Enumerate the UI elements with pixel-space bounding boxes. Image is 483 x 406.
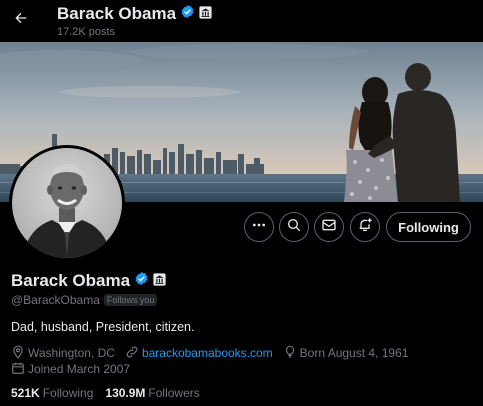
message-button[interactable] <box>314 212 344 242</box>
top-bar: Barack Obama 17.2K posts <box>0 0 483 42</box>
birthday-item: Born August 4, 1961 <box>283 345 409 362</box>
followers-stat[interactable]: 130.9M Followers <box>105 386 199 400</box>
link-icon <box>125 345 139 362</box>
profile-name-row: Barack Obama <box>11 271 166 291</box>
verified-badge-icon <box>180 4 195 24</box>
more-icon <box>251 217 267 238</box>
birthday-text: Born August 4, 1961 <box>299 346 409 360</box>
website-link[interactable]: barackobamabooks.com <box>142 346 273 360</box>
header-title-row: Barack Obama <box>57 4 212 24</box>
government-affiliation-icon <box>199 4 212 24</box>
joined-item: Joined March 2007 <box>11 361 130 378</box>
follow-stats: 521K Following 130.9M Followers <box>11 386 200 400</box>
header-title: Barack Obama <box>57 4 177 23</box>
joined-text: Joined March 2007 <box>28 362 131 376</box>
posts-count: 17.2K posts <box>57 26 116 38</box>
balloon-icon <box>283 345 297 362</box>
location-item: Washington, DC <box>11 345 115 362</box>
location-text: Washington, DC <box>28 346 115 360</box>
government-affiliation-icon[interactable] <box>153 271 166 291</box>
verified-badge-icon[interactable] <box>134 271 149 291</box>
following-button[interactable]: Following <box>386 212 471 242</box>
profile-actions: Following <box>0 212 483 244</box>
followers-label: Followers <box>148 386 200 400</box>
notifications-button[interactable] <box>350 212 380 242</box>
followers-count: 130.9M <box>105 386 146 400</box>
profile-handle: @BarackObama <box>11 293 100 307</box>
follows-you-badge: Follows you <box>103 294 158 306</box>
back-button[interactable] <box>8 7 34 33</box>
handle-row: @BarackObama Follows you <box>11 293 158 307</box>
profile-bio: Dad, husband, President, citizen. <box>11 320 195 334</box>
following-label: Following <box>42 386 94 400</box>
website-item: barackobamabooks.com <box>125 345 273 362</box>
location-pin-icon <box>11 345 25 362</box>
more-button[interactable] <box>244 212 274 242</box>
search-posts-button[interactable] <box>279 212 309 242</box>
mail-icon <box>321 217 337 238</box>
calendar-icon <box>11 361 25 378</box>
bell-plus-icon <box>357 217 373 238</box>
following-count: 521K <box>11 386 40 400</box>
profile-meta: Washington, DC barackobamabooks.com Born… <box>11 345 481 377</box>
arrow-left-icon <box>13 10 29 31</box>
search-icon <box>286 217 302 238</box>
following-stat[interactable]: 521K Following <box>11 386 93 400</box>
profile-name: Barack Obama <box>11 271 131 290</box>
